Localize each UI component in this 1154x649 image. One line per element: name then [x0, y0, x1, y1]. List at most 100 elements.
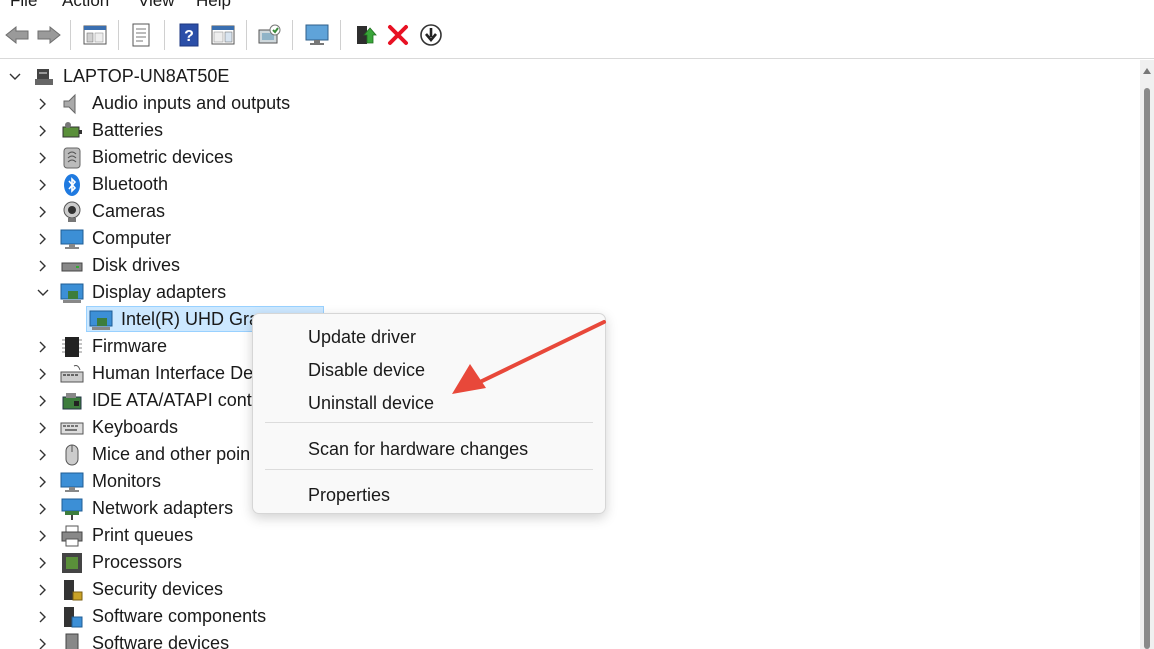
- keyboard-icon: [60, 416, 84, 440]
- tree-item[interactable]: Processors: [0, 549, 1100, 576]
- tree-item[interactable]: Audio inputs and outputs: [0, 90, 1100, 117]
- chevron-right-icon[interactable]: [36, 421, 50, 435]
- software-device-icon: [60, 632, 84, 649]
- menu-update-driver[interactable]: Update driver: [308, 327, 416, 348]
- menu-disable-device[interactable]: Disable device: [308, 360, 425, 381]
- back-arrow-icon[interactable]: [2, 20, 32, 50]
- hid-keyboard-icon: [60, 362, 84, 386]
- tree-item[interactable]: Disk drives: [0, 252, 1100, 279]
- monitor-icon: [60, 470, 84, 494]
- chevron-right-icon[interactable]: [36, 205, 50, 219]
- tree-item[interactable]: Security devices: [0, 576, 1100, 603]
- toolbar-separator: [118, 20, 119, 50]
- tree-item-label: Software components: [92, 606, 267, 626]
- chevron-right-icon[interactable]: [36, 475, 50, 489]
- chevron-right-icon[interactable]: [36, 232, 50, 246]
- tree-item[interactable]: Print queues: [0, 522, 1100, 549]
- chevron-right-icon[interactable]: [36, 124, 50, 138]
- tree-item-label: Network adapters: [92, 498, 234, 518]
- firmware-chip-icon: [60, 335, 84, 359]
- scroll-up-arrow-icon[interactable]: [1140, 60, 1154, 82]
- vertical-scrollbar[interactable]: [1140, 60, 1154, 649]
- disk-drive-icon: [60, 254, 84, 278]
- help-icon[interactable]: ?: [174, 20, 204, 50]
- tree-item-label: Monitors: [92, 471, 162, 491]
- tree-item-label: Batteries: [92, 120, 164, 140]
- mouse-icon: [60, 443, 84, 467]
- tree-item[interactable]: Batteries: [0, 117, 1100, 144]
- chevron-right-icon[interactable]: [36, 448, 50, 462]
- chevron-right-icon[interactable]: [36, 637, 50, 649]
- menu-action[interactable]: Action: [62, 0, 109, 11]
- chevron-right-icon[interactable]: [36, 610, 50, 624]
- chevron-right-icon[interactable]: [36, 367, 50, 381]
- bluetooth-icon: [60, 173, 84, 197]
- tree-item-label: Security devices: [92, 579, 224, 599]
- chevron-right-icon[interactable]: [36, 556, 50, 570]
- show-hide-console-tree-icon[interactable]: [80, 20, 110, 50]
- computer-tower-icon: [32, 65, 56, 89]
- battery-icon: [60, 119, 84, 143]
- menu-file[interactable]: File: [10, 0, 37, 11]
- tree-item-label: Intel(R) UHD Grap: [121, 309, 270, 329]
- tree-item-label: Biometric devices: [92, 147, 234, 167]
- action-pane-icon[interactable]: [208, 20, 238, 50]
- display-monitor-icon[interactable]: [302, 20, 332, 50]
- software-component-icon: [60, 605, 84, 629]
- chevron-down-icon[interactable]: [8, 70, 22, 84]
- tree-item[interactable]: Cameras: [0, 198, 1100, 225]
- chevron-down-icon[interactable]: [36, 286, 50, 300]
- tree-item[interactable]: Computer: [0, 225, 1100, 252]
- uninstall-x-icon[interactable]: [383, 20, 413, 50]
- tree-item-label: Firmware: [92, 336, 167, 356]
- menu-properties[interactable]: Properties: [308, 485, 390, 506]
- menu-view[interactable]: View: [138, 0, 175, 11]
- tree-item[interactable]: Software devices: [0, 630, 1100, 649]
- tree-root[interactable]: LAPTOP-UN8AT50E: [0, 63, 1100, 90]
- menu-uninstall-device[interactable]: Uninstall device: [308, 393, 434, 414]
- menu-scan-hardware[interactable]: Scan for hardware changes: [308, 439, 528, 460]
- chevron-right-icon[interactable]: [36, 529, 50, 543]
- scan-hardware-icon[interactable]: [254, 20, 284, 50]
- menu-help[interactable]: Help: [196, 0, 231, 11]
- chevron-right-icon[interactable]: [36, 97, 50, 111]
- tree-item[interactable]: Display adapters: [0, 279, 1100, 306]
- tree-item-label: IDE ATA/ATAPI contro: [92, 390, 268, 410]
- display-adapter-icon: [60, 281, 84, 305]
- toolbar-separator: [340, 20, 341, 50]
- tree-item-label: Display adapters: [92, 282, 227, 302]
- toolbar-separator: [70, 20, 71, 50]
- tree-item-label: Software devices: [92, 633, 230, 649]
- tree-item-label: Bluetooth: [92, 174, 169, 194]
- tree-item-label: Computer: [92, 228, 172, 248]
- chevron-right-icon[interactable]: [36, 259, 50, 273]
- rollback-download-icon[interactable]: [416, 20, 446, 50]
- tree-item-label: Keyboards: [92, 417, 179, 437]
- menu-separator: [265, 469, 593, 470]
- chevron-right-icon[interactable]: [36, 178, 50, 192]
- chevron-right-icon[interactable]: [36, 502, 50, 516]
- scrollbar-thumb[interactable]: [1144, 88, 1150, 649]
- computer-icon: [60, 227, 84, 251]
- processor-icon: [60, 551, 84, 575]
- tree-item[interactable]: Bluetooth: [0, 171, 1100, 198]
- tree-item-label: Disk drives: [92, 255, 181, 275]
- annotation-arrow-icon: [452, 320, 606, 394]
- update-driver-icon[interactable]: [350, 20, 380, 50]
- forward-arrow-icon[interactable]: [34, 20, 64, 50]
- menu-separator: [265, 422, 593, 423]
- chevron-right-icon[interactable]: [36, 340, 50, 354]
- toolbar-separator: [164, 20, 165, 50]
- tree-item[interactable]: Software components: [0, 603, 1100, 630]
- display-adapter-icon: [89, 308, 113, 332]
- chevron-right-icon[interactable]: [36, 151, 50, 165]
- ide-controller-icon: [60, 389, 84, 413]
- properties-sheet-icon[interactable]: [126, 20, 156, 50]
- chevron-right-icon[interactable]: [36, 583, 50, 597]
- tree-item[interactable]: Biometric devices: [0, 144, 1100, 171]
- tree-item-label: Human Interface Dev: [92, 363, 263, 383]
- chevron-right-icon[interactable]: [36, 394, 50, 408]
- network-adapter-icon: [60, 497, 84, 521]
- toolbar: ?: [0, 12, 1154, 59]
- security-device-icon: [60, 578, 84, 602]
